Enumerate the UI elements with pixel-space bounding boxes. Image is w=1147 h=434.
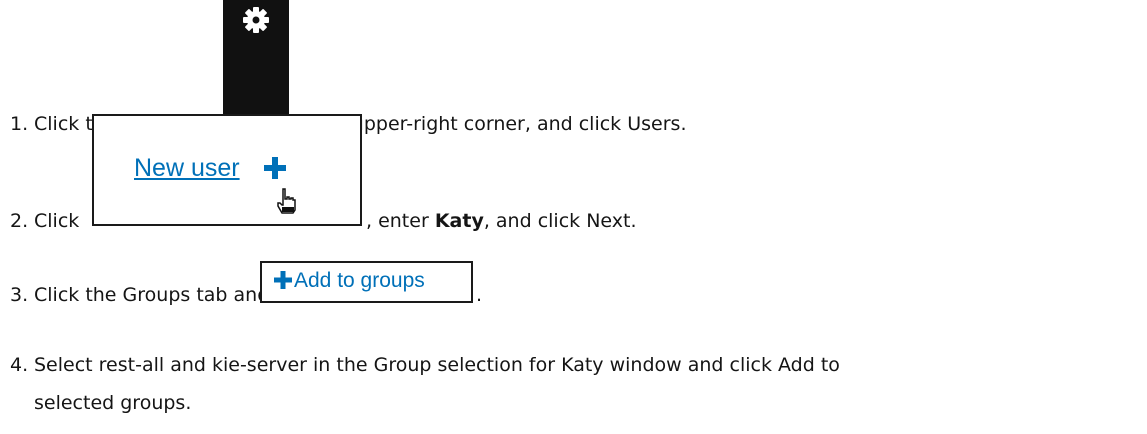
punctuation: . xyxy=(630,210,637,232)
hand-cursor-icon xyxy=(277,188,296,214)
instruction-text: , and click xyxy=(483,210,587,232)
step-number: 1. xyxy=(10,113,29,135)
new-user-link: New user xyxy=(134,154,240,182)
add-button-ref: Add to xyxy=(778,354,840,376)
plus-icon xyxy=(264,157,286,179)
step-number: 2. xyxy=(10,210,29,232)
step-text-continued: selected groups. xyxy=(34,392,191,414)
step-text-prefix: Click xyxy=(34,210,80,232)
add-button-ref-continued: selected groups xyxy=(34,392,186,414)
plus-icon xyxy=(274,271,292,289)
add-to-groups-screenshot: Add to groups xyxy=(260,261,473,303)
punctuation: . xyxy=(680,113,687,135)
gear-icon xyxy=(243,7,269,33)
instruction-text: in the xyxy=(306,354,374,376)
instruction-text: and xyxy=(164,354,212,376)
gear-icon-image xyxy=(223,0,289,129)
punctuation: . xyxy=(185,392,192,414)
instruction-text: window and click xyxy=(603,354,778,376)
instruction-text: Click the xyxy=(34,284,123,306)
new-user-screenshot: New user xyxy=(92,114,362,226)
step-number: 3. xyxy=(10,284,29,306)
step-text: Select rest-all and kie-server in the Gr… xyxy=(34,354,840,376)
group-rest-all: rest-all xyxy=(98,354,165,376)
punctuation: . xyxy=(476,284,483,306)
instruction-text: , enter xyxy=(366,210,435,232)
step-text: , enter Katy, and click Next. xyxy=(366,210,637,232)
username-value: Katy xyxy=(434,210,484,232)
instruction-text: Select xyxy=(34,354,99,376)
window-title-ref: Group selection for Katy xyxy=(373,354,604,376)
add-to-groups-label: Add to groups xyxy=(294,269,425,292)
next-button-ref: Next xyxy=(586,210,631,232)
step-number: 4. xyxy=(10,354,29,376)
group-kie-server: kie-server xyxy=(211,354,307,376)
users-menu-ref: Users xyxy=(627,113,681,135)
groups-tab-ref: Groups xyxy=(122,284,191,306)
